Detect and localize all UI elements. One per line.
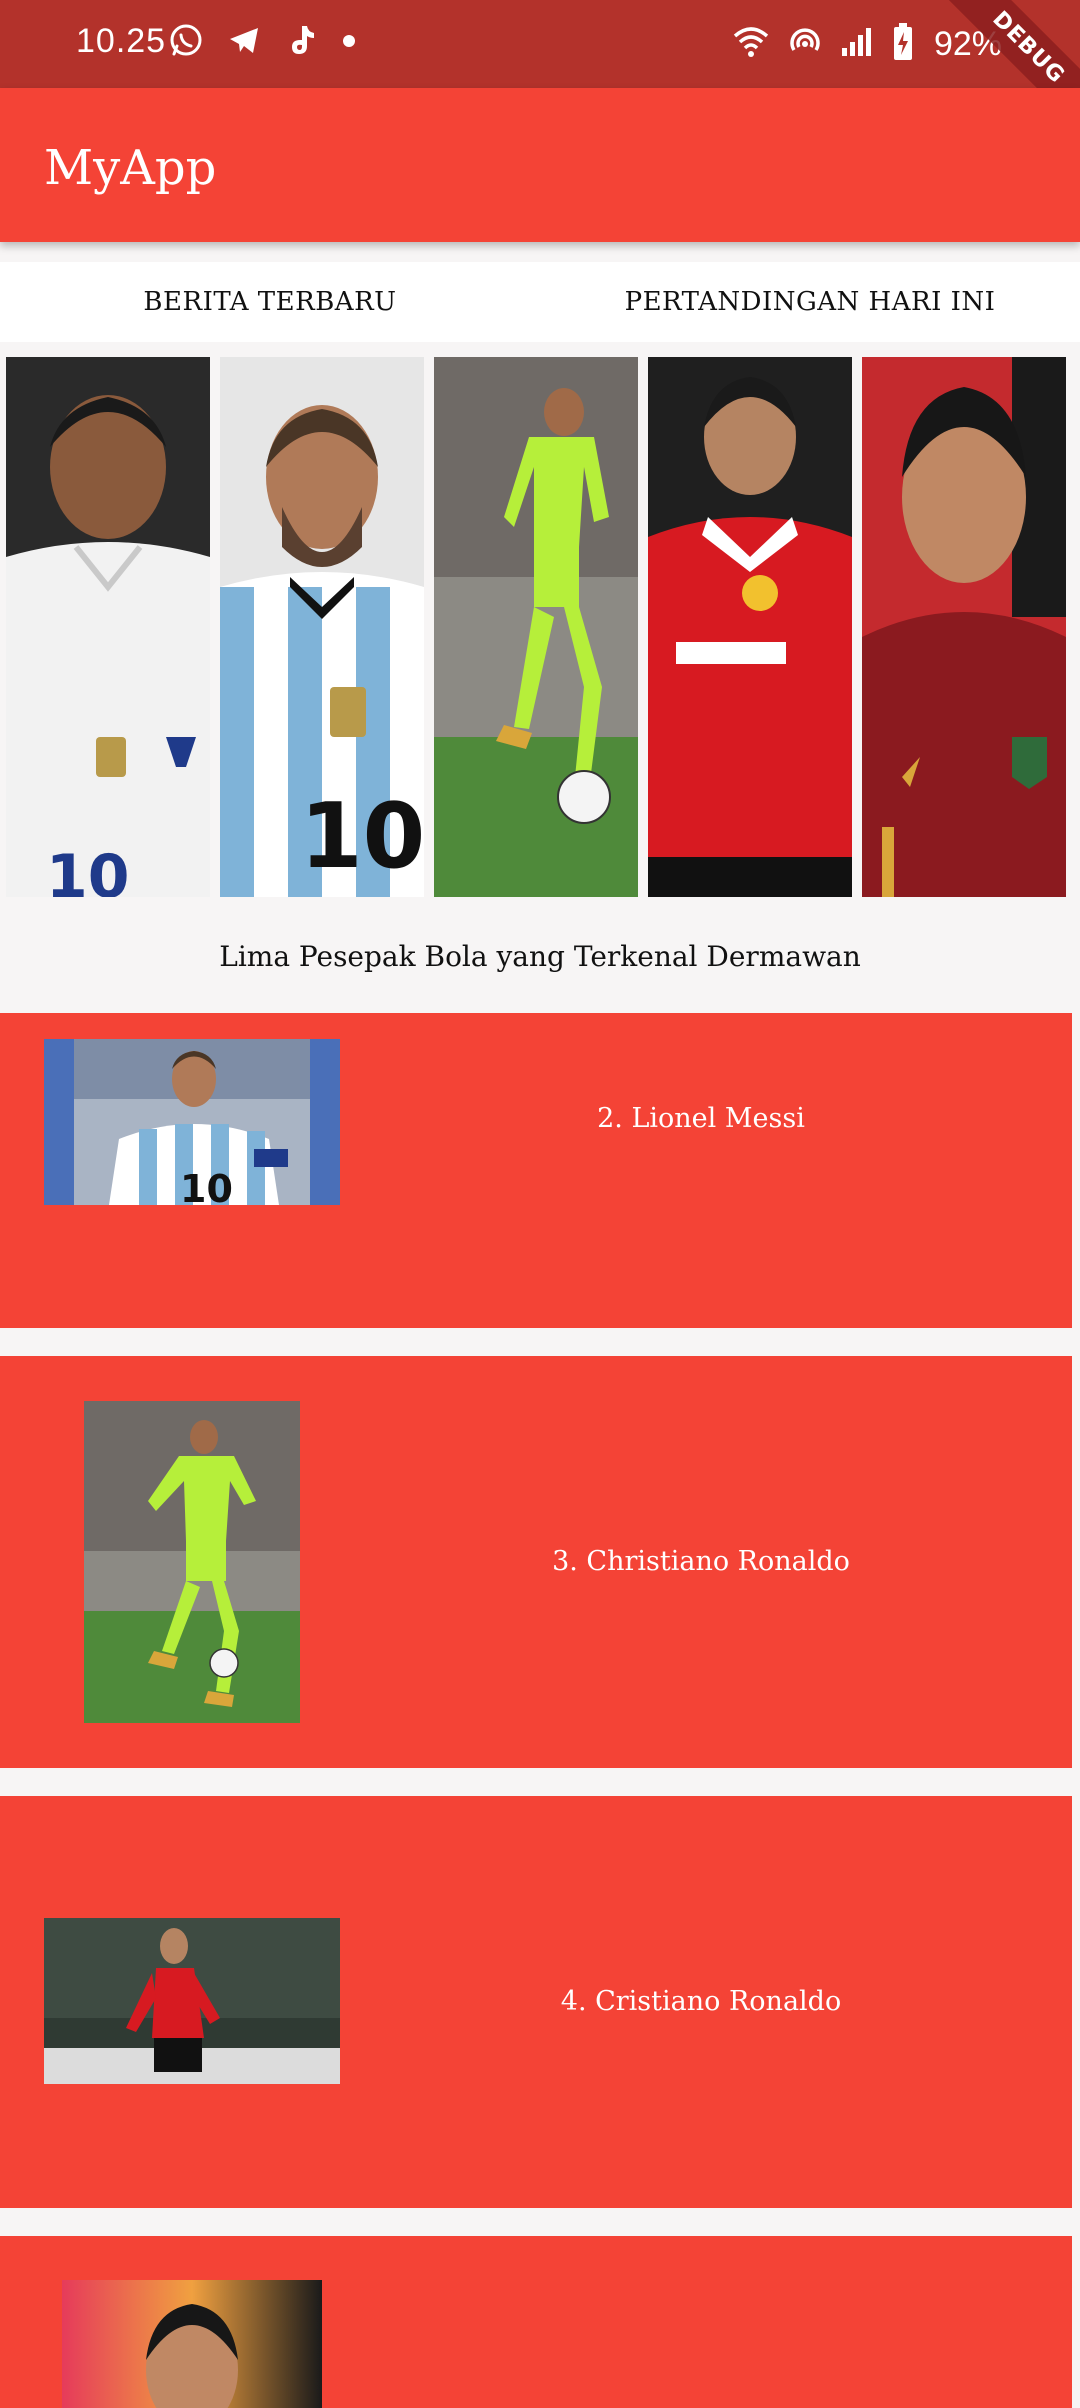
status-time: 10.25	[76, 22, 167, 60]
whatsapp-icon	[168, 22, 204, 62]
tab-berita-terbaru[interactable]: BERITA TERBARU	[0, 262, 540, 342]
section-title: Lima Pesepak Bola yang Terkenal Dermawan	[219, 940, 861, 973]
player-card-photo	[44, 1918, 340, 2084]
tiktok-icon	[284, 22, 320, 62]
battery-percentage: 92%	[933, 24, 1002, 63]
player-gallery[interactable]: 10 10	[6, 357, 1080, 897]
player-card[interactable]: 10 2. Lionel Messi	[0, 1013, 1072, 1328]
signal-icon	[840, 24, 874, 64]
telegram-icon	[226, 22, 262, 62]
battery-icon	[892, 22, 914, 66]
player-card[interactable]: 4. Cristiano Ronaldo	[0, 1796, 1072, 2208]
app-bar: MyApp	[0, 88, 1080, 242]
status-notification-icons	[168, 22, 356, 62]
player-card[interactable]	[0, 2236, 1072, 2408]
svg-text:10: 10	[46, 842, 130, 897]
hotspot-icon	[788, 24, 822, 64]
gallery-photo-2[interactable]: 10	[220, 357, 424, 897]
player-card-label: 2. Lionel Messi	[597, 1103, 805, 1134]
gallery-photo-5[interactable]	[862, 357, 1066, 897]
player-card-label: 4. Cristiano Ronaldo	[560, 1986, 842, 2017]
player-card-photo	[84, 1401, 300, 1723]
status-bar: 10.25 92%	[0, 0, 1080, 88]
dot-icon	[342, 22, 356, 62]
tab-pertandingan-hari-ini[interactable]: PERTANDINGAN HARI INI	[540, 262, 1080, 342]
gallery-photo-1[interactable]: 10	[6, 357, 210, 897]
svg-text:10: 10	[300, 784, 424, 889]
player-card-photo	[62, 2280, 322, 2408]
player-card-label: 3. Christiano Ronaldo	[552, 1546, 850, 1577]
tab-bar: BERITA TERBARU PERTANDINGAN HARI INI	[0, 262, 1080, 342]
player-card[interactable]: 3. Christiano Ronaldo	[0, 1356, 1072, 1768]
gallery-photo-3[interactable]	[434, 357, 638, 897]
player-card-photo: 10	[44, 1039, 340, 1205]
gallery-photo-4[interactable]	[648, 357, 852, 897]
svg-text:10: 10	[180, 1167, 233, 1205]
status-system-icons: 92%	[732, 22, 1002, 66]
wifi-icon	[732, 24, 770, 64]
app-title: MyApp	[44, 140, 217, 196]
